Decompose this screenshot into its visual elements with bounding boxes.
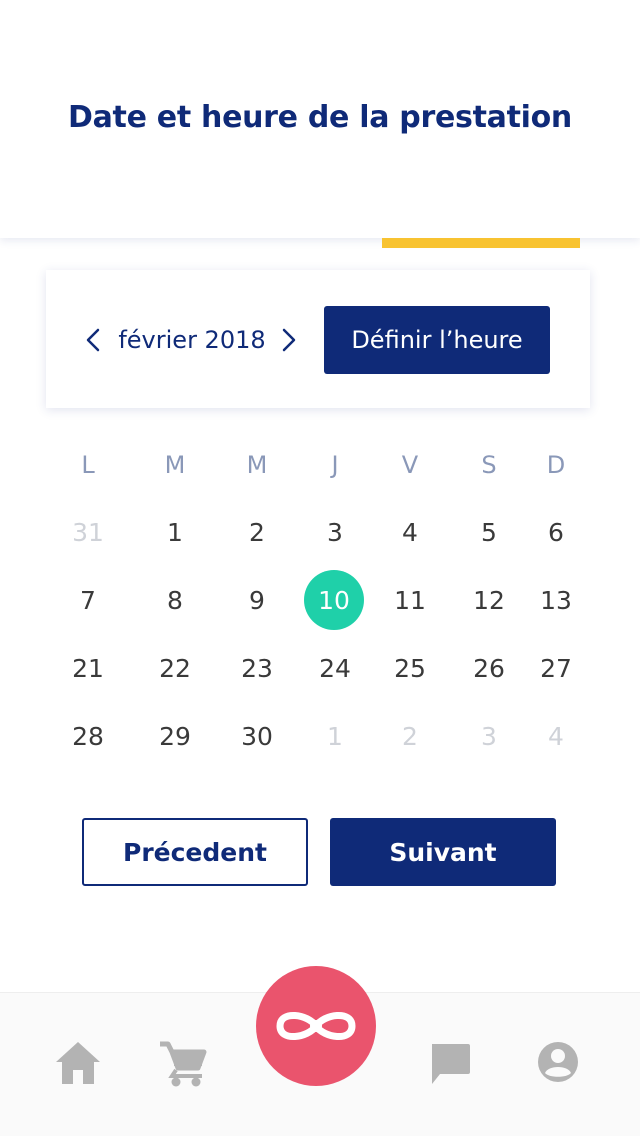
next-button[interactable]: Suivant bbox=[330, 818, 556, 886]
calendar-day[interactable]: 27 bbox=[526, 654, 586, 684]
calendar-day[interactable]: 26 bbox=[459, 654, 519, 684]
progress-indicator bbox=[382, 238, 580, 248]
calendar-day[interactable]: 29 bbox=[145, 722, 205, 752]
account-icon[interactable] bbox=[536, 1040, 580, 1084]
calendar-day[interactable]: 9 bbox=[227, 586, 287, 616]
calendar-day[interactable]: 7 bbox=[58, 586, 118, 616]
weekday-header: V bbox=[401, 451, 419, 479]
weekday-header: D bbox=[546, 451, 566, 479]
calendar-day[interactable]: 24 bbox=[305, 654, 365, 684]
weekday-header: M bbox=[246, 451, 268, 479]
center-action-button[interactable] bbox=[256, 966, 376, 1086]
calendar-day[interactable]: 5 bbox=[459, 518, 519, 548]
calendar-day[interactable]: 1 bbox=[305, 722, 365, 752]
previous-button[interactable]: Précedent bbox=[82, 818, 308, 886]
weekday-header: M bbox=[164, 451, 186, 479]
chat-icon[interactable] bbox=[428, 1042, 472, 1086]
calendar-day[interactable]: 2 bbox=[380, 722, 440, 752]
weekday-header: J bbox=[331, 451, 339, 479]
chevron-right-icon bbox=[282, 328, 296, 352]
calendar-day[interactable]: 4 bbox=[526, 722, 586, 752]
calendar-day[interactable]: 3 bbox=[305, 518, 365, 548]
set-time-button[interactable]: Définir l’heure bbox=[324, 306, 550, 374]
calendar-day[interactable]: 21 bbox=[58, 654, 118, 684]
calendar-day[interactable]: 11 bbox=[380, 586, 440, 616]
header: Date et heure de la prestation bbox=[0, 0, 640, 238]
calendar-day[interactable]: 8 bbox=[145, 586, 205, 616]
calendar-day[interactable]: 13 bbox=[526, 586, 586, 616]
month-label: février 2018 bbox=[118, 326, 266, 354]
calendar-day[interactable]: 1 bbox=[145, 518, 205, 548]
calendar-day[interactable]: 23 bbox=[227, 654, 287, 684]
calendar-day[interactable]: 22 bbox=[145, 654, 205, 684]
calendar-day[interactable]: 12 bbox=[459, 586, 519, 616]
calendar-day[interactable]: 6 bbox=[526, 518, 586, 548]
weekday-header: S bbox=[481, 451, 497, 479]
calendar-day[interactable]: 3 bbox=[459, 722, 519, 752]
calendar-day[interactable]: 31 bbox=[58, 518, 118, 548]
infinity-icon bbox=[276, 1012, 356, 1040]
next-month-button[interactable] bbox=[274, 322, 304, 358]
cart-icon[interactable] bbox=[158, 1040, 208, 1088]
prev-month-button[interactable] bbox=[78, 322, 108, 358]
calendar-day[interactable]: 2 bbox=[227, 518, 287, 548]
page-title: Date et heure de la prestation bbox=[68, 100, 572, 135]
calendar-day[interactable]: 25 bbox=[380, 654, 440, 684]
calendar-day[interactable]: 28 bbox=[58, 722, 118, 752]
calendar-day[interactable]: 4 bbox=[380, 518, 440, 548]
chevron-left-icon bbox=[86, 328, 100, 352]
weekday-header: L bbox=[81, 451, 95, 479]
home-icon[interactable] bbox=[54, 1040, 102, 1086]
calendar-day-selected[interactable]: 10 bbox=[304, 570, 364, 630]
calendar-day[interactable]: 30 bbox=[227, 722, 287, 752]
